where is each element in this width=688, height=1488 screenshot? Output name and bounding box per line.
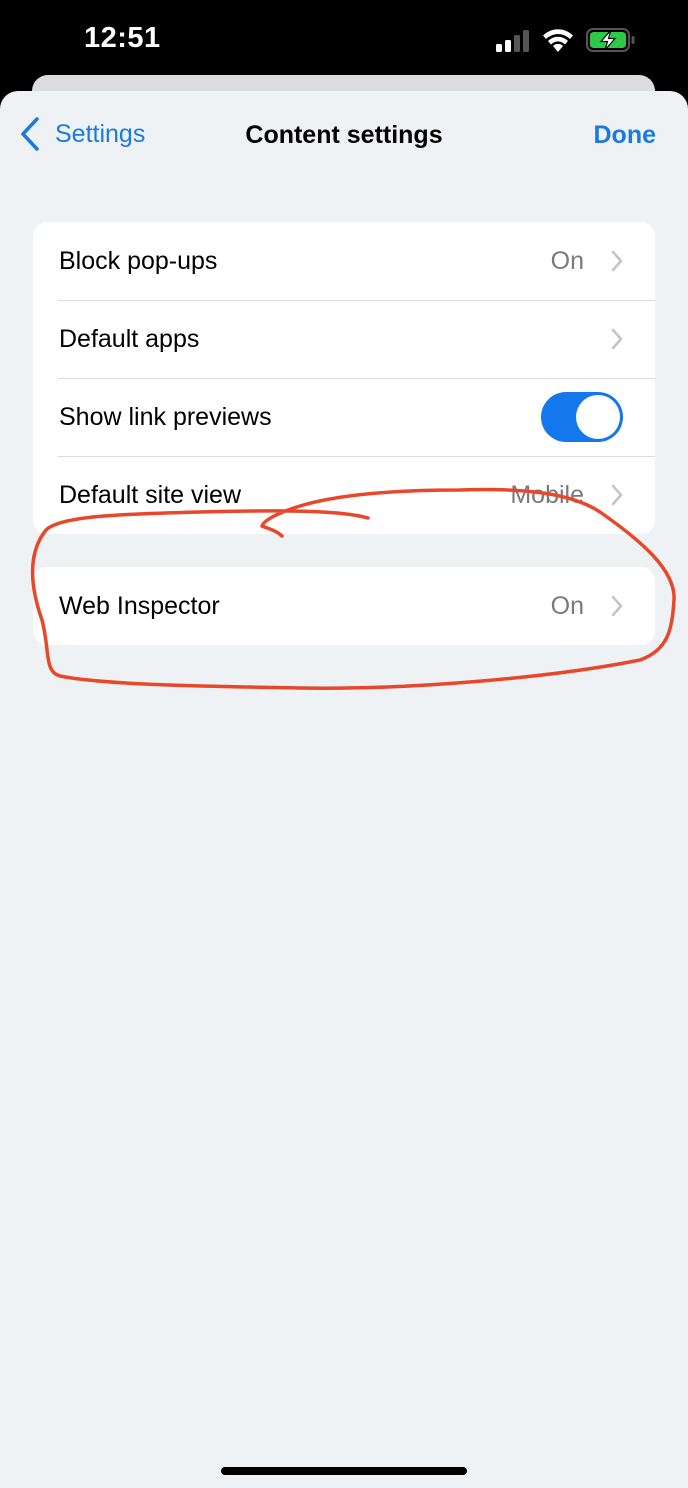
row-label: Block pop-ups	[59, 246, 218, 275]
done-button[interactable]: Done	[594, 121, 657, 150]
navigation-bar: Settings Content settings Done	[0, 91, 688, 181]
row-label: Show link previews	[59, 402, 272, 431]
show-link-previews-row: Show link previews	[33, 378, 655, 456]
wifi-icon	[543, 29, 573, 52]
cellular-signal-icon	[496, 30, 529, 52]
settings-group-general: Block pop-ups On Default apps Show link …	[33, 222, 655, 534]
row-label: Default apps	[59, 324, 200, 353]
chevron-right-icon	[611, 328, 623, 350]
chevron-left-icon	[21, 117, 39, 151]
show-link-previews-toggle[interactable]	[541, 392, 623, 442]
row-value: On	[550, 591, 584, 620]
back-button-label: Settings	[55, 119, 146, 148]
settings-group-developer: Web Inspector On	[33, 567, 655, 645]
back-button[interactable]: Settings	[20, 117, 145, 151]
status-bar: 12:51	[0, 0, 688, 80]
row-label: Default site view	[59, 480, 242, 509]
row-value: Mobile	[510, 480, 584, 509]
home-indicator[interactable]	[221, 1467, 467, 1475]
chevron-right-icon	[611, 484, 623, 506]
battery-charging-icon	[586, 28, 635, 52]
default-apps-row[interactable]: Default apps	[33, 300, 655, 378]
status-time: 12:51	[84, 22, 161, 54]
content-settings-sheet: Settings Content settings Done Block pop…	[0, 91, 688, 1488]
web-inspector-row[interactable]: Web Inspector On	[33, 567, 655, 645]
toggle-knob	[576, 395, 620, 439]
chevron-right-icon	[611, 595, 623, 617]
block-popups-row[interactable]: Block pop-ups On	[33, 222, 655, 300]
row-label: Web Inspector	[59, 591, 220, 620]
default-site-view-row[interactable]: Default site view Mobile	[33, 456, 655, 534]
chevron-right-icon	[611, 250, 623, 272]
row-value: On	[550, 246, 584, 275]
